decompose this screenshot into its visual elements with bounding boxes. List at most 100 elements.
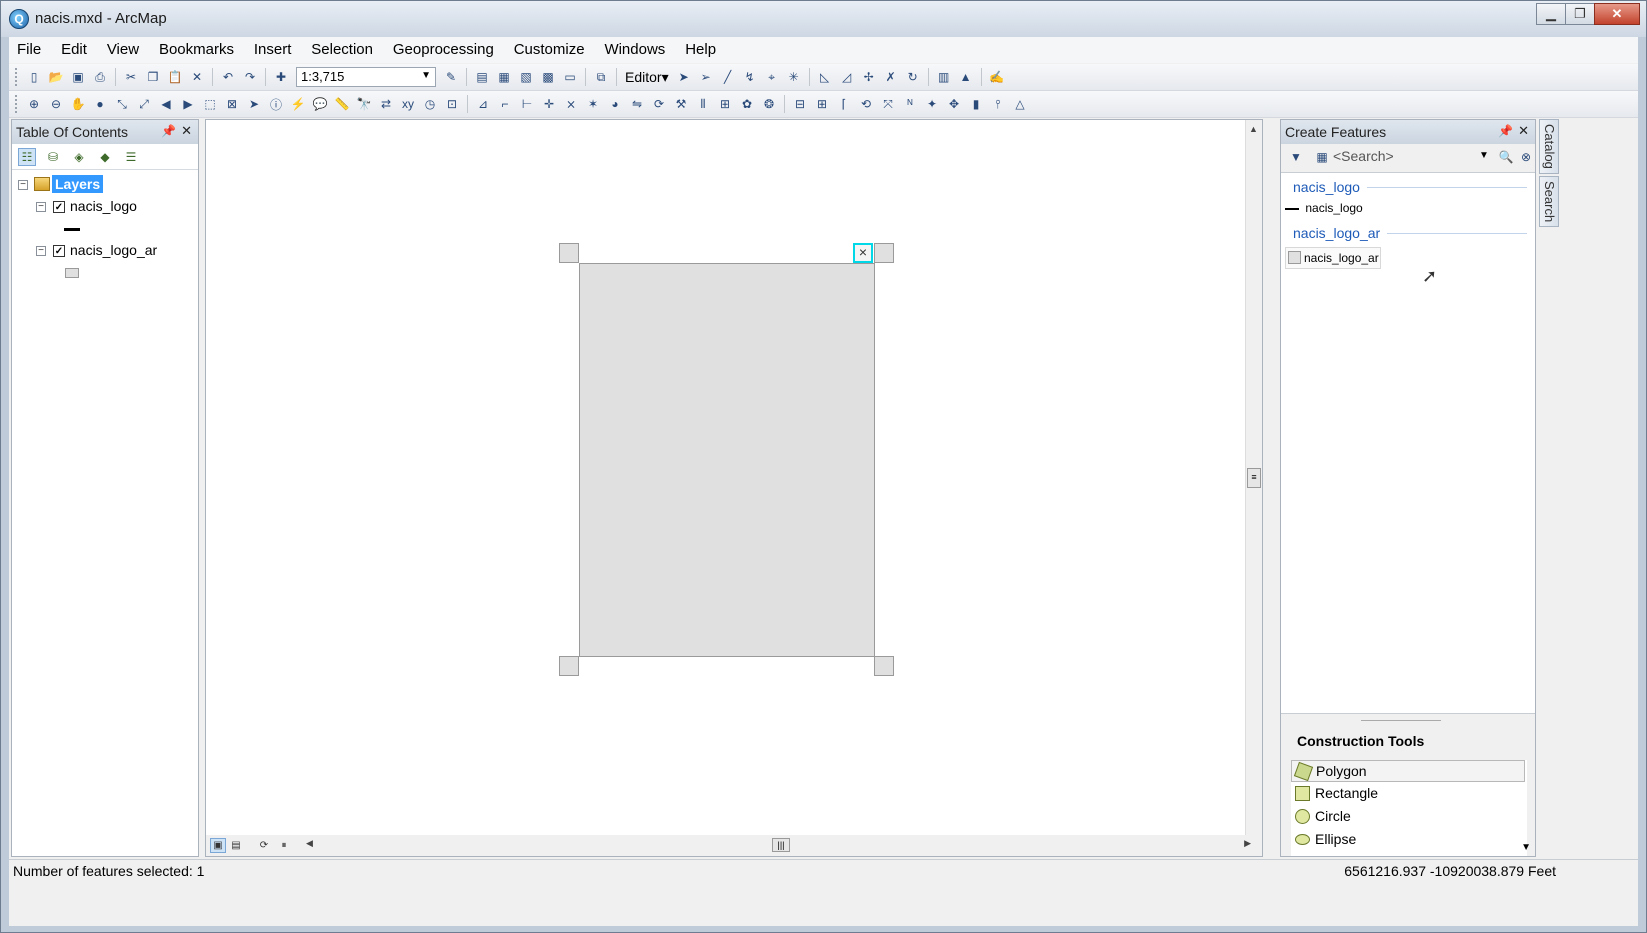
- line-icon[interactable]: ⌈: [835, 95, 853, 113]
- pause-drawing-icon[interactable]: ⏸: [276, 838, 292, 853]
- table-of-contents-icon[interactable]: ▤: [473, 68, 491, 86]
- layer-visibility-checkbox[interactable]: ✓: [53, 201, 65, 213]
- layer-name[interactable]: nacis_logo_ar: [70, 242, 157, 258]
- selection-handle[interactable]: [874, 656, 894, 676]
- pin-icon[interactable]: 📌: [1498, 124, 1513, 138]
- list-by-drawing-order-icon[interactable]: ☷: [18, 147, 36, 166]
- template-search-input[interactable]: <Search>: [1333, 148, 1493, 166]
- redo-icon[interactable]: ↷: [241, 68, 259, 86]
- template-item[interactable]: nacis_logo: [1285, 201, 1363, 215]
- close-button[interactable]: ✕: [1594, 3, 1640, 25]
- list-by-selection-icon[interactable]: ◆: [96, 148, 114, 166]
- grid-icon[interactable]: ⊞: [716, 95, 734, 113]
- smooth-icon[interactable]: ❂: [760, 95, 778, 113]
- edge-snapping-icon[interactable]: ⊢: [518, 95, 536, 113]
- back-extent-icon[interactable]: ◀: [157, 95, 175, 113]
- generalize-icon[interactable]: ✿: [738, 95, 756, 113]
- print-icon[interactable]: ⎙: [91, 68, 109, 86]
- selection-handle[interactable]: [559, 656, 579, 676]
- toolbar-grip[interactable]: [15, 68, 19, 86]
- globe-icon[interactable]: ◕: [606, 95, 624, 113]
- viewer-window-icon[interactable]: ⊡: [443, 95, 461, 113]
- reshape-icon[interactable]: ◿: [838, 68, 856, 86]
- edit-annotation-icon[interactable]: ➢: [697, 68, 715, 86]
- template-item-selected[interactable]: nacis_logo_ar: [1285, 247, 1381, 269]
- move-icon[interactable]: ✥: [945, 95, 963, 113]
- collapse-icon[interactable]: −: [18, 180, 28, 190]
- cut-icon[interactable]: ✂: [122, 68, 140, 86]
- layer-row-nacis-logo-ar[interactable]: − ✓ nacis_logo_ar: [12, 240, 198, 262]
- model-builder-icon[interactable]: ⧉: [592, 68, 610, 86]
- scroll-left-icon[interactable]: ◀: [306, 838, 313, 849]
- layer-name[interactable]: nacis_logo: [70, 198, 137, 214]
- list-by-source-icon[interactable]: ⛁: [44, 148, 62, 166]
- scroll-thumb[interactable]: ≡: [1247, 468, 1261, 488]
- measure-icon[interactable]: 📏: [333, 95, 351, 113]
- georeferencing-icon[interactable]: ⇋: [628, 95, 646, 113]
- layers-root-row[interactable]: − Layers: [12, 174, 198, 196]
- layout-view-icon[interactable]: ▤: [228, 838, 244, 853]
- toolbar-grip[interactable]: [15, 95, 19, 113]
- editor-toolbar-icon[interactable]: ✎: [442, 68, 460, 86]
- attributes-icon[interactable]: ▥: [935, 68, 953, 86]
- clear-search-icon[interactable]: ⊗: [1517, 148, 1535, 166]
- construction-tool-ellipse[interactable]: Ellipse: [1291, 829, 1525, 851]
- construction-tool-polygon[interactable]: Polygon: [1291, 760, 1525, 782]
- arctoolbox-icon[interactable]: ▩: [539, 68, 557, 86]
- selection-handle[interactable]: [874, 243, 894, 263]
- snapping-icon[interactable]: ⊿: [474, 95, 492, 113]
- rotate-icon[interactable]: ↻: [904, 68, 922, 86]
- layers-label[interactable]: Layers: [52, 175, 104, 193]
- point-tool-icon[interactable]: ⌖: [763, 68, 781, 86]
- identify-icon[interactable]: ⓘ: [267, 95, 285, 113]
- menu-file[interactable]: File: [9, 37, 49, 63]
- coordinate-icon[interactable]: ⊟: [791, 95, 809, 113]
- save-icon[interactable]: ▣: [69, 68, 87, 86]
- menu-geoprocessing[interactable]: Geoprocessing: [385, 37, 502, 63]
- minimize-button[interactable]: ▁: [1536, 3, 1566, 25]
- refresh-icon[interactable]: ⟳: [650, 95, 668, 113]
- cogo-icon[interactable]: ⊞: [813, 95, 831, 113]
- vertical-scrollbar[interactable]: ▲ ≡ ▼: [1245, 120, 1262, 856]
- find-icon[interactable]: 🔭: [355, 95, 373, 113]
- refresh-view-icon[interactable]: ⟳: [256, 838, 272, 853]
- north-arrow-icon[interactable]: ᴺ: [901, 95, 919, 113]
- create-features-icon[interactable]: ✍: [988, 68, 1006, 86]
- select-elements-icon[interactable]: ➤: [245, 95, 263, 113]
- search-tab[interactable]: Search: [1539, 175, 1559, 228]
- map-view[interactable]: × ▲ ≡ ▼: [205, 119, 1263, 857]
- construction-tool-rectangle[interactable]: Rectangle: [1291, 783, 1525, 805]
- close-icon[interactable]: ✕: [1518, 123, 1529, 139]
- edit-sketch-icon[interactable]: ▮: [967, 95, 985, 113]
- edit-vertices-icon[interactable]: ◺: [816, 68, 834, 86]
- topology-icon[interactable]: ✶: [584, 95, 602, 113]
- vertex-snapping-icon[interactable]: ⌐: [496, 95, 514, 113]
- close-icon[interactable]: ✕: [181, 123, 192, 139]
- select-features-icon[interactable]: ⬚: [201, 95, 219, 113]
- zoom-in-icon[interactable]: ⊕: [25, 95, 43, 113]
- edit-tool-icon[interactable]: ➤: [675, 68, 693, 86]
- cut-polygons-icon[interactable]: ✢: [860, 68, 878, 86]
- list-by-visibility-icon[interactable]: ◈: [70, 148, 88, 166]
- open-icon[interactable]: 📂: [47, 68, 65, 86]
- filter-icon[interactable]: ▼: [1287, 148, 1305, 166]
- align-icon[interactable]: ⫴: [694, 95, 712, 113]
- densify-icon[interactable]: ⫯: [989, 95, 1007, 113]
- scroll-thumb[interactable]: |||: [772, 838, 790, 852]
- menu-customize[interactable]: Customize: [506, 37, 593, 63]
- find-route-icon[interactable]: ⇄: [377, 95, 395, 113]
- html-popup-icon[interactable]: 💬: [311, 95, 329, 113]
- pin-icon[interactable]: 📌: [161, 124, 176, 138]
- parallel-icon[interactable]: △: [1011, 95, 1029, 113]
- layer-visibility-checkbox[interactable]: ✓: [53, 245, 65, 257]
- line-symbol-icon[interactable]: [64, 228, 80, 231]
- collapse-icon[interactable]: −: [36, 202, 46, 212]
- add-data-icon[interactable]: ✚: [272, 68, 290, 86]
- zoom-out-icon[interactable]: ⊖: [47, 95, 65, 113]
- sketch-properties-icon[interactable]: ▲: [957, 68, 975, 86]
- search-dropdown-icon[interactable]: ▼: [1479, 150, 1489, 161]
- data-view-icon[interactable]: ▣: [210, 838, 226, 853]
- add-vertex-icon[interactable]: ✦: [923, 95, 941, 113]
- time-slider-icon[interactable]: ◷: [421, 95, 439, 113]
- organize-templates-icon[interactable]: ▦: [1313, 148, 1331, 166]
